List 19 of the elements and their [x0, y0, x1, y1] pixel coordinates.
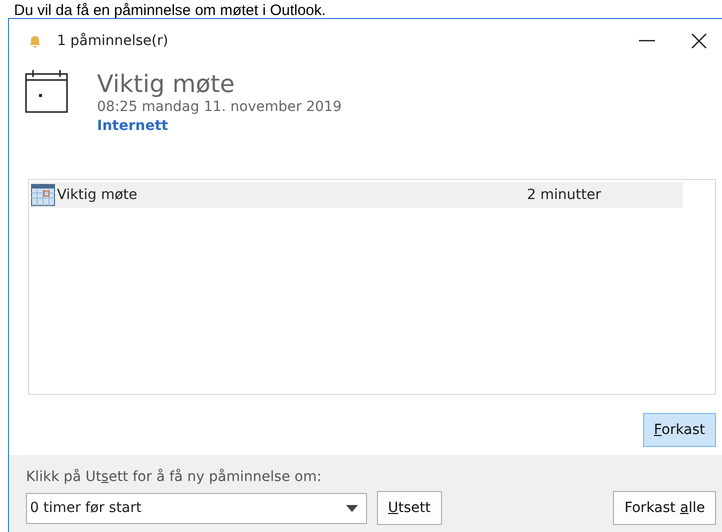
snooze-dropdown[interactable]: 0 timer før start: [26, 492, 367, 524]
bell-icon: [27, 33, 43, 49]
reminder-row[interactable]: Viktig møte 2 minutter: [31, 182, 683, 208]
window-title: 1 påminnelse(r): [57, 33, 170, 49]
dismiss-all-button[interactable]: Forkast alle: [613, 491, 716, 525]
dismiss-button[interactable]: Forkast: [642, 413, 716, 447]
dropdown-arrow-icon: [346, 504, 358, 512]
reminder-subject: Viktig møte: [57, 187, 138, 203]
close-icon[interactable]: [691, 33, 707, 49]
calendar-icon: [25, 69, 69, 113]
snooze-hint: Klikk på Utsett for å få ny påminnelse om:: [26, 469, 322, 485]
minimize-icon[interactable]: [639, 40, 655, 42]
snooze-button[interactable]: Utsett: [377, 491, 442, 525]
reminder-time: 08:25 mandag 11. november 2019: [97, 99, 342, 115]
appointment-icon: [31, 184, 55, 206]
document-text: Du vil da få en påminnelse om møtet i Outlook.: [14, 2, 326, 19]
due-time: 2 minutter: [527, 187, 601, 203]
reminder-location: Internett: [97, 118, 170, 134]
reminder-subject: Viktig møte: [97, 69, 236, 99]
